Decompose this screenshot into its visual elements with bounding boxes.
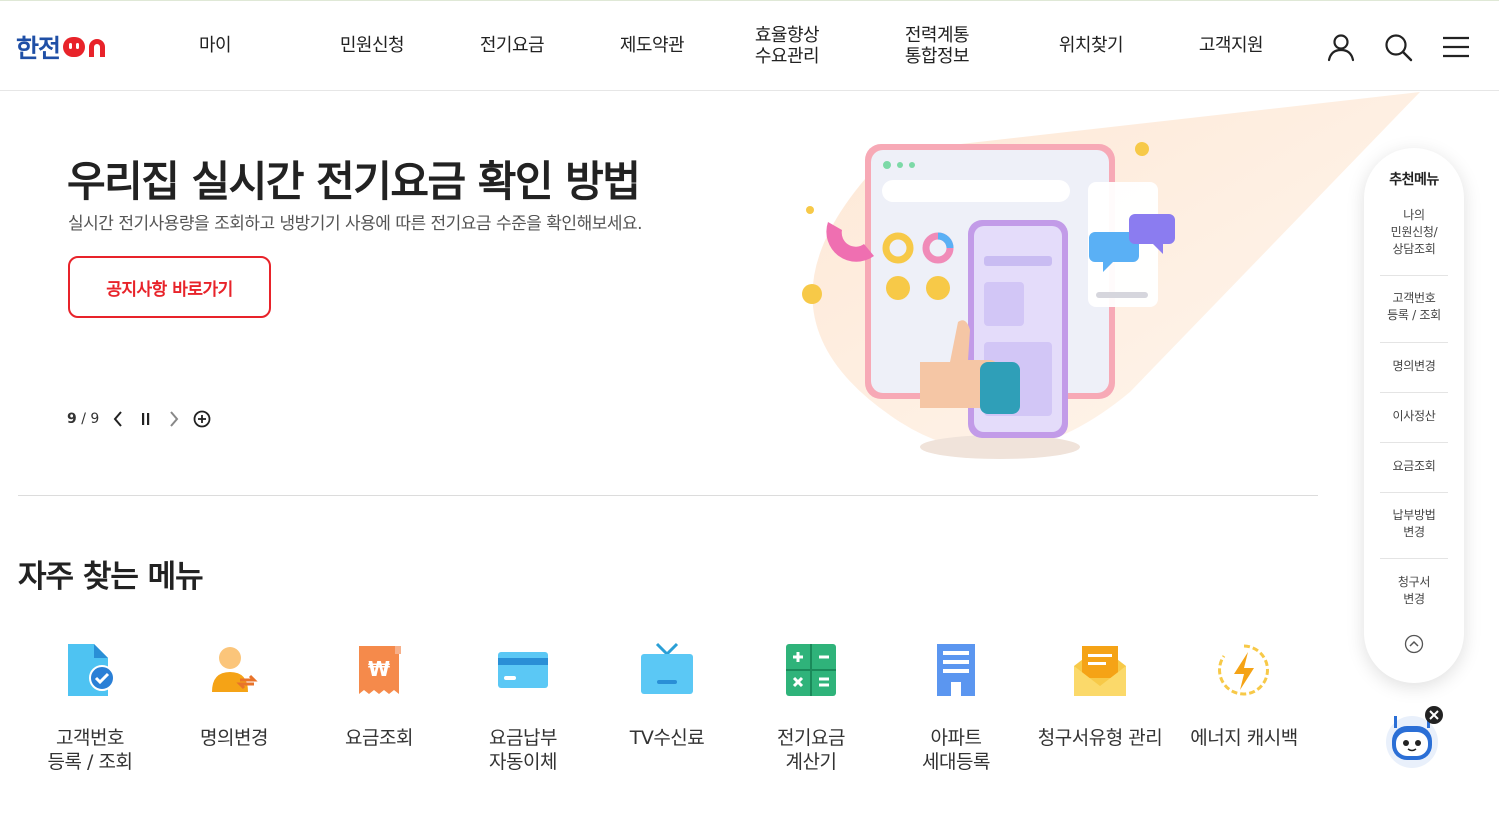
nav-item-support[interactable]: 고객지원 <box>1195 35 1267 56</box>
pause-icon[interactable] <box>137 409 155 429</box>
logo-text-han: 한전 <box>16 34 61 63</box>
prev-slide-icon[interactable] <box>109 409 127 429</box>
quick-menu-item-name-change[interactable]: 명의변경 <box>161 640 307 750</box>
quick-menu-label: 명의변경 <box>200 727 268 749</box>
calculator-icon <box>786 644 836 696</box>
header: 한전 마이 민원신청 전기요금 제도약관 효율향상 수요관리 전력계통 통합정보… <box>0 0 1499 91</box>
side-menu-divider <box>1380 275 1448 276</box>
side-menu-item-moving-settlement[interactable]: 이사정산 <box>1380 408 1448 425</box>
side-menu-item-my-petition[interactable]: 나의 민원신청/ 상담조회 <box>1380 207 1448 258</box>
quick-menu-item-customer-number[interactable]: 고객번호 등록 / 조회 <box>17 640 163 774</box>
quick-menu-label: 청구서유형 관리 <box>1037 727 1163 749</box>
nav-item-location[interactable]: 위치찾기 <box>1055 35 1127 56</box>
hero-title: 우리집 실시간 전기요금 확인 방법 <box>67 157 641 206</box>
nav-item-civil-petition[interactable]: 민원신청 <box>336 35 408 56</box>
search-icon[interactable] <box>1382 31 1414 63</box>
section-divider <box>18 495 1318 496</box>
side-menu-item-payment-method[interactable]: 납부방법 변경 <box>1380 507 1448 541</box>
tv-icon <box>641 642 693 694</box>
recommended-side-menu: 추천메뉴 나의 민원신청/ 상담조회 고객번호 등록 / 조회 명의변경 이사정… <box>1364 148 1464 683</box>
side-menu-divider <box>1380 492 1448 493</box>
quick-menu-item-bill-type[interactable]: 청구서유형 관리 <box>1027 640 1173 750</box>
nav-item-my[interactable]: 마이 <box>195 35 235 56</box>
side-menu-item-bill-inquiry[interactable]: 요금조회 <box>1380 458 1448 475</box>
nav-item-power-grid[interactable]: 전력계통 통합정보 <box>899 25 975 67</box>
side-menu-divider <box>1380 442 1448 443</box>
notice-shortcut-button[interactable]: 공지사항 바로가기 <box>68 256 271 318</box>
quick-menu-title: 자주 찾는 메뉴 <box>18 559 204 595</box>
side-menu-divider <box>1380 392 1448 393</box>
hero-subtitle: 실시간 전기사용량을 조회하고 냉방기기 사용에 따른 전기요금 수준을 확인해… <box>68 214 643 234</box>
quick-menu-item-bill-calculator[interactable]: 전기요금 계산기 <box>738 640 884 774</box>
credit-card-icon <box>498 652 548 688</box>
quick-menu-label: 요금납부 자동이체 <box>489 727 557 773</box>
nav-item-electric-bill[interactable]: 전기요금 <box>476 35 548 56</box>
quick-menu-item-bill-inquiry[interactable]: ₩ 요금조회 <box>306 640 452 750</box>
menu-icon[interactable] <box>1440 31 1472 63</box>
slide-pager: 9 / 9 <box>67 409 211 429</box>
quick-menu-label: 고객번호 등록 / 조회 <box>47 727 133 773</box>
add-circle-icon[interactable] <box>193 409 211 429</box>
envelope-icon <box>1074 646 1126 696</box>
apartment-icon <box>937 644 975 696</box>
person-change-icon <box>212 647 258 692</box>
logo-on-icon <box>63 37 106 57</box>
pager-separator: / <box>81 411 86 427</box>
quick-menu-item-apartment-register[interactable]: 아파트 세대등록 <box>883 640 1029 774</box>
quick-menu-item-energy-cashback[interactable]: 에너지 캐시백 <box>1171 640 1317 750</box>
quick-menu-label: 요금조회 <box>345 727 413 749</box>
document-check-icon <box>68 644 115 696</box>
pager-total: 9 <box>90 411 100 427</box>
won-receipt-icon: ₩ <box>359 646 401 694</box>
side-menu-item-customer-number[interactable]: 고객번호 등록 / 조회 <box>1380 290 1448 324</box>
quick-menu-item-tv-fee[interactable]: TV수신료 <box>594 640 740 750</box>
side-menu-item-name-change[interactable]: 명의변경 <box>1380 358 1448 375</box>
svg-text:₩: ₩ <box>368 657 390 681</box>
pager-count: 9 / 9 <box>67 411 99 427</box>
quick-menu-label: 전기요금 계산기 <box>777 727 845 773</box>
nav-item-efficiency[interactable]: 효율향상 수요관리 <box>749 25 825 67</box>
side-menu-title: 추천메뉴 <box>1389 172 1439 188</box>
energy-bolt-icon <box>1218 644 1269 696</box>
side-menu-divider <box>1380 558 1448 559</box>
quick-menu-label: TV수신료 <box>629 727 705 749</box>
side-menu-item-bill-change[interactable]: 청구서 변경 <box>1380 574 1448 608</box>
logo[interactable]: 한전 <box>16 31 112 63</box>
pager-current: 9 <box>67 411 77 427</box>
hero-illustration <box>802 92 1420 459</box>
side-menu-divider <box>1380 342 1448 343</box>
logo-text-on <box>62 34 112 60</box>
quick-menu-label: 에너지 캐시백 <box>1190 727 1298 749</box>
user-icon[interactable] <box>1325 31 1357 63</box>
quick-menu-item-auto-transfer[interactable]: 요금납부 자동이체 <box>450 640 596 774</box>
quick-menu-label: 아파트 세대등록 <box>922 727 990 773</box>
chatbot-icon[interactable] <box>1382 702 1448 774</box>
next-slide-icon[interactable] <box>165 409 183 429</box>
nav-item-terms[interactable]: 제도약관 <box>616 35 688 56</box>
scroll-up-icon[interactable] <box>1404 634 1424 654</box>
